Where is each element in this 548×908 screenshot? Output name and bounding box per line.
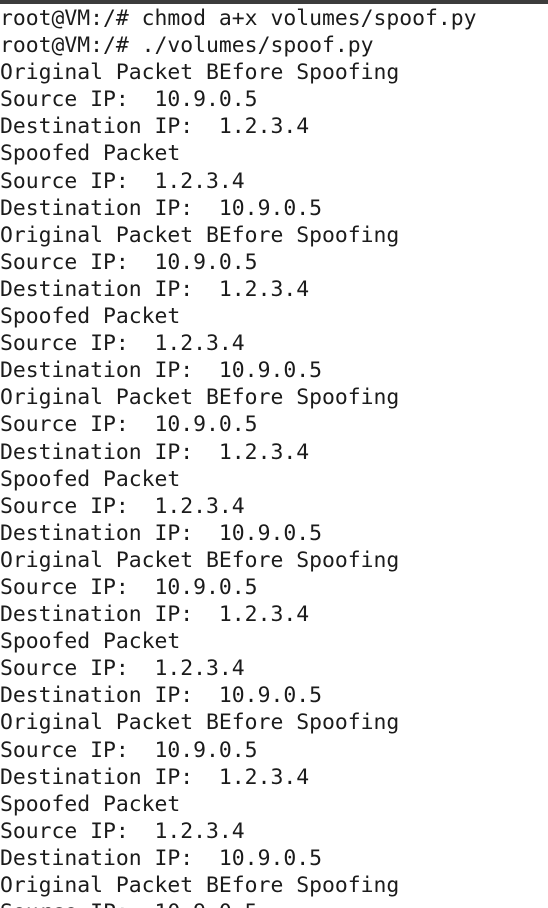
terminal-output-line: Destination IP: 10.9.0.5 bbox=[0, 358, 322, 384]
terminal-output-line: Destination IP: 1.2.3.4 bbox=[0, 114, 310, 140]
terminal-output-line: Original Packet BEfore Spoofing bbox=[0, 547, 400, 573]
terminal-output-line: Source IP: 10.9.0.5 bbox=[0, 87, 258, 113]
terminal-output-line: Source IP: 1.2.3.4 bbox=[0, 493, 245, 519]
terminal-output-line: Destination IP: 10.9.0.5 bbox=[0, 683, 322, 709]
terminal-output-line: Destination IP: 1.2.3.4 bbox=[0, 764, 310, 790]
terminal-output-line: Destination IP: 1.2.3.4 bbox=[0, 602, 310, 628]
terminal-output-line: Spoofed Packet bbox=[0, 304, 181, 330]
terminal-output-line: Destination IP: 1.2.3.4 bbox=[0, 276, 310, 302]
terminal-output-line: Source IP: 10.9.0.5 bbox=[0, 412, 258, 438]
terminal-output-line: Original Packet BEfore Spoofing bbox=[0, 222, 400, 248]
shell-command-line: root@VM:/# chmod a+x volumes/spoof.py bbox=[0, 6, 477, 31]
terminal-output-line: Original Packet BEfore Spoofing bbox=[0, 710, 400, 736]
terminal-output-line: Source IP: 1.2.3.4 bbox=[0, 168, 245, 194]
terminal-output-line: Destination IP: 1.2.3.4 bbox=[0, 439, 310, 465]
terminal-output-line: Destination IP: 10.9.0.5 bbox=[0, 845, 322, 871]
terminal-output-line: Spoofed Packet bbox=[0, 791, 181, 817]
terminal-output-line: Original Packet BEfore Spoofing bbox=[0, 873, 400, 898]
shell-command-line: root@VM:/# ./volumes/spoof.py bbox=[0, 33, 374, 59]
terminal-output-line: Source IP: 10.9.0.5 bbox=[0, 899, 548, 908]
terminal-output-line: Source IP: 10.9.0.5 bbox=[0, 574, 258, 600]
terminal-output-line: Source IP: 1.2.3.4 bbox=[0, 331, 245, 357]
terminal-output-line: Source IP: 10.9.0.5 bbox=[0, 249, 258, 275]
terminal-output-line: Spoofed Packet bbox=[0, 141, 181, 167]
terminal-output-line: Spoofed Packet bbox=[0, 629, 181, 655]
terminal-output-line: Source IP: 1.2.3.4 bbox=[0, 818, 245, 844]
terminal-output-line: Original Packet BEfore Spoofing bbox=[0, 385, 400, 411]
terminal-output-line: Destination IP: 10.9.0.5 bbox=[0, 195, 322, 221]
terminal-output[interactable]: root@VM:/# chmod a+x volumes/spoof.py roo… bbox=[0, 5, 548, 908]
window-top-edge bbox=[0, 0, 548, 4]
terminal-output-line: Original Packet BEfore Spoofing bbox=[0, 60, 400, 86]
terminal-output-line: Destination IP: 10.9.0.5 bbox=[0, 520, 322, 546]
terminal-output-line: Source IP: 10.9.0.5 bbox=[0, 737, 258, 763]
terminal-output-line: Spoofed Packet bbox=[0, 466, 181, 492]
terminal-output-line: Source IP: 1.2.3.4 bbox=[0, 656, 245, 682]
